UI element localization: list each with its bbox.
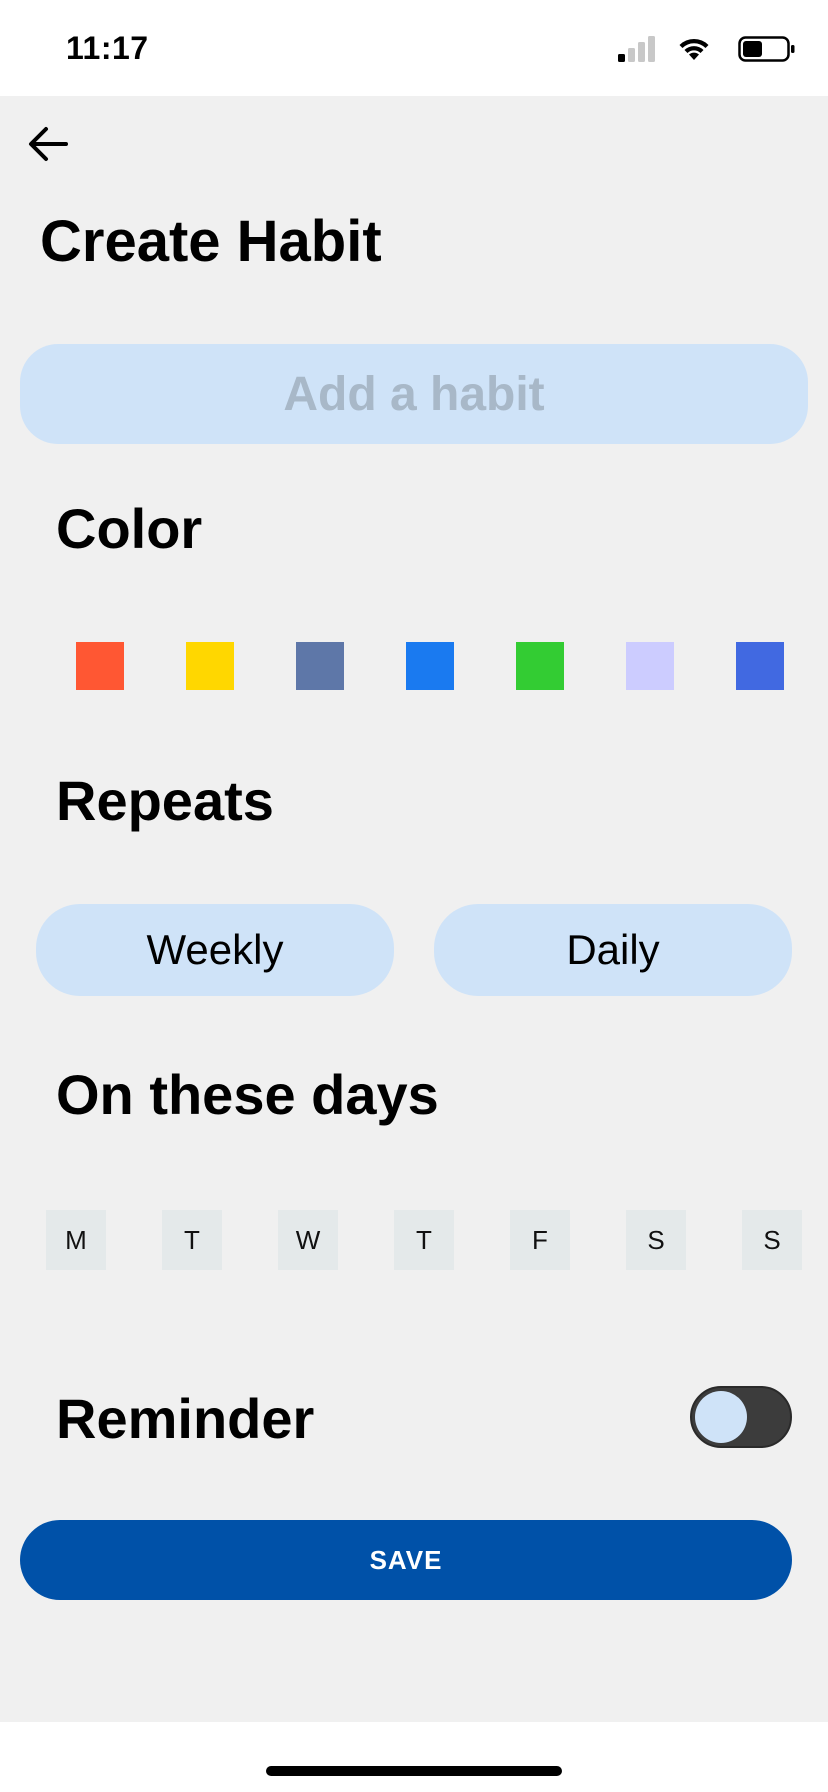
wifi-icon — [679, 38, 709, 60]
color-heading: Color — [56, 497, 203, 560]
day-chip[interactable]: T — [162, 1210, 222, 1270]
day-chip[interactable]: M — [46, 1210, 106, 1270]
status-bar: 11:17 — [0, 0, 828, 96]
days-heading: On these days — [56, 1063, 439, 1126]
reminder-heading: Reminder — [56, 1387, 315, 1450]
back-button[interactable] — [22, 118, 74, 170]
color-swatch[interactable] — [736, 642, 784, 690]
day-chip[interactable]: S — [742, 1210, 802, 1270]
home-area — [0, 1722, 828, 1792]
day-chip[interactable]: W — [278, 1210, 338, 1270]
day-chip[interactable]: T — [394, 1210, 454, 1270]
status-time: 11:17 — [66, 30, 149, 66]
color-swatch[interactable] — [516, 642, 564, 690]
habit-name-input[interactable] — [20, 344, 808, 444]
color-swatch[interactable] — [626, 642, 674, 690]
day-selector: MTWTFSS — [46, 1210, 806, 1270]
page-title: Create Habit — [40, 209, 382, 274]
home-indicator[interactable] — [266, 1766, 562, 1776]
repeat-weekly-button[interactable]: Weekly — [36, 904, 394, 996]
status-icons — [556, 34, 796, 64]
repeat-daily-button[interactable]: Daily — [434, 904, 792, 996]
repeats-heading: Repeats — [56, 769, 274, 832]
color-swatch[interactable] — [76, 642, 124, 690]
toggle-knob — [695, 1391, 747, 1443]
color-swatch[interactable] — [186, 642, 234, 690]
color-swatch[interactable] — [296, 642, 344, 690]
color-swatch[interactable] — [406, 642, 454, 690]
arrow-left-icon — [29, 127, 68, 161]
save-button[interactable]: SAVE — [20, 1520, 792, 1600]
day-chip[interactable]: F — [510, 1210, 570, 1270]
color-swatch-list — [76, 642, 816, 690]
reminder-toggle[interactable] — [690, 1386, 792, 1448]
day-chip[interactable]: S — [626, 1210, 686, 1270]
battery-icon — [738, 36, 795, 62]
cellular-signal-icon — [618, 36, 655, 62]
create-habit-screen: Create Habit Color Repeats Weekly Daily … — [0, 96, 828, 1722]
